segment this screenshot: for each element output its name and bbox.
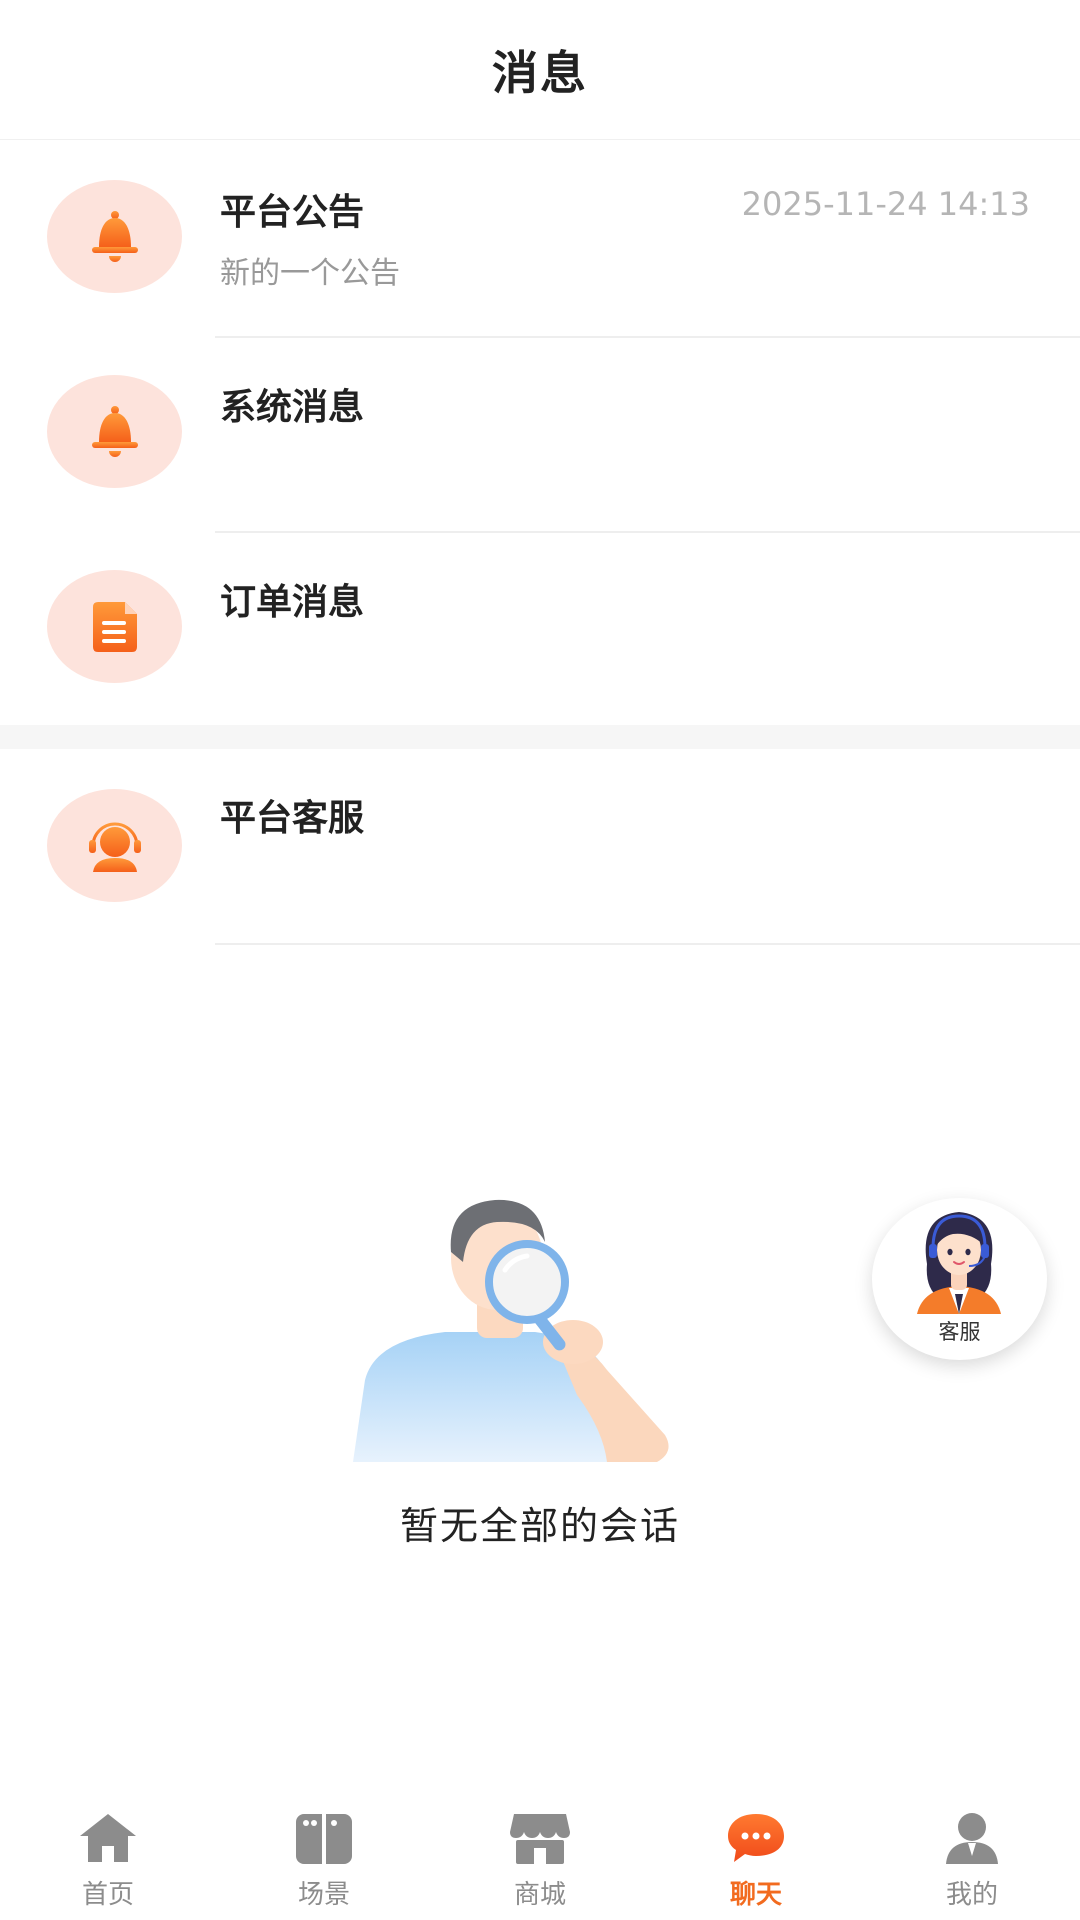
message-item-name: 平台客服 <box>220 798 365 839</box>
system-avatar <box>47 375 182 488</box>
service-avatar <box>47 789 182 902</box>
message-item-preview: 新的一个公告 <box>220 256 400 291</box>
message-item-order[interactable]: 订单消息 <box>0 533 1080 725</box>
tab-label: 商城 <box>513 1880 566 1910</box>
bottom-tab-bar: 首页 场景 商城 聊天 我的 <box>0 1795 1080 1920</box>
section-gap <box>0 725 1080 749</box>
shop-icon <box>510 1814 570 1864</box>
agent-icon <box>88 822 141 872</box>
tab-home[interactable]: 首页 <box>0 1795 216 1920</box>
message-item-name: 订单消息 <box>220 582 365 623</box>
chat-icon <box>728 1814 784 1862</box>
message-item-customer-service[interactable]: 平台客服 <box>0 749 1080 945</box>
scene-icon <box>296 1814 352 1864</box>
tab-shop[interactable]: 商城 <box>432 1795 648 1920</box>
announcement-avatar <box>47 180 182 293</box>
message-item-time: 2025-11-24 14:13 <box>741 185 1030 223</box>
empty-state-text: 暂无全部的会话 <box>399 1504 680 1548</box>
tab-chat[interactable]: 聊天 <box>648 1795 864 1920</box>
message-item-system[interactable]: 系统消息 <box>0 338 1080 533</box>
document-icon <box>92 601 137 652</box>
tab-label: 我的 <box>945 1880 998 1910</box>
tab-label: 首页 <box>81 1880 134 1910</box>
message-item-name: 平台公告 <box>220 192 365 233</box>
header-bar: 消息 <box>0 0 1080 140</box>
floating-customer-service-button[interactable]: 客服 <box>872 1198 1047 1360</box>
order-avatar <box>47 570 182 683</box>
row-divider <box>215 943 1080 945</box>
user-icon <box>946 1813 998 1864</box>
tab-scene[interactable]: 场景 <box>216 1795 432 1920</box>
bell-icon <box>91 405 138 457</box>
tab-profile[interactable]: 我的 <box>864 1795 1080 1920</box>
message-item-platform-announcement[interactable]: 平台公告 新的一个公告 2025-11-24 14:13 <box>0 143 1080 338</box>
message-item-name: 系统消息 <box>220 387 365 428</box>
tab-label: 聊天 <box>729 1880 782 1910</box>
customer-service-avatar <box>917 1212 1001 1314</box>
home-icon <box>80 1814 136 1862</box>
tab-label: 场景 <box>297 1880 350 1910</box>
page-title: 消息 <box>492 45 588 100</box>
bell-icon <box>91 210 138 262</box>
magnifier-person-illustration <box>353 1199 669 1462</box>
floating-service-label: 客服 <box>938 1320 981 1344</box>
